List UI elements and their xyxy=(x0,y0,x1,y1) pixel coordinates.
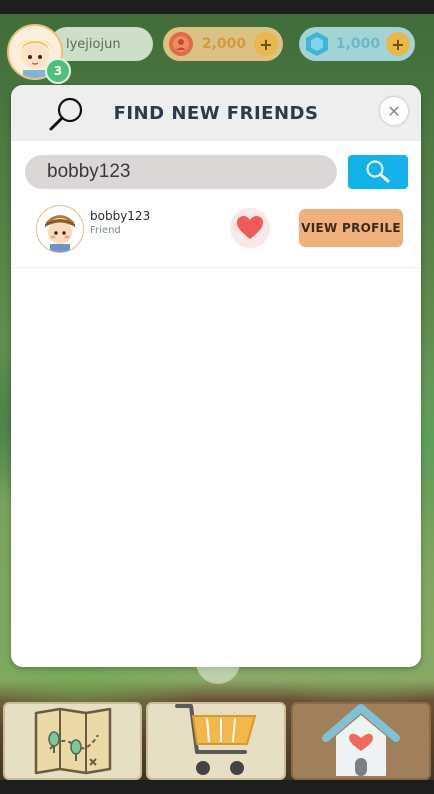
player-name: lyejiojun xyxy=(66,36,121,52)
gem-value: 1,000 xyxy=(335,36,381,52)
add-gems-button[interactable]: + xyxy=(386,32,410,56)
player-name-pill[interactable]: lyejiojun xyxy=(50,27,153,61)
gem-counter: 1,000 + xyxy=(299,27,415,61)
search-icon xyxy=(366,160,390,183)
find-friends-modal: FIND NEW FRIENDS ✕ bobby123 Friend xyxy=(11,85,421,667)
bottom-nav xyxy=(0,698,434,780)
bottom-strip xyxy=(0,780,434,794)
level-badge: 3 xyxy=(45,58,71,84)
modal-title: FIND NEW FRIENDS xyxy=(113,103,319,124)
shopping-cart-icon xyxy=(175,704,257,775)
coin-icon xyxy=(168,31,194,57)
player-avatar-button[interactable]: 3 xyxy=(7,24,71,84)
map-button[interactable] xyxy=(3,702,142,780)
close-button[interactable]: ✕ xyxy=(380,97,408,125)
friend-avatar[interactable] xyxy=(36,205,84,253)
like-button[interactable] xyxy=(230,208,270,248)
friend-search-input[interactable] xyxy=(25,155,337,189)
gem-icon xyxy=(304,31,330,57)
friend-status: Friend xyxy=(90,225,121,236)
status-strip xyxy=(0,0,434,14)
view-profile-button[interactable]: VIEW PROFILE xyxy=(299,209,403,247)
home-icon xyxy=(322,704,400,776)
shop-button[interactable] xyxy=(146,702,286,780)
heart-icon xyxy=(237,216,263,239)
coin-counter: 2,000 + xyxy=(163,27,283,61)
search-button[interactable] xyxy=(348,155,408,189)
coin-value: 2,000 xyxy=(201,36,247,52)
friend-name: bobby123 xyxy=(90,209,151,223)
add-coins-button[interactable]: + xyxy=(254,32,278,56)
home-button[interactable] xyxy=(291,702,431,780)
map-icon xyxy=(34,707,111,775)
friend-avatar-icon xyxy=(37,206,83,252)
search-result-row: bobby123 Friend VIEW PROFILE xyxy=(11,195,421,268)
